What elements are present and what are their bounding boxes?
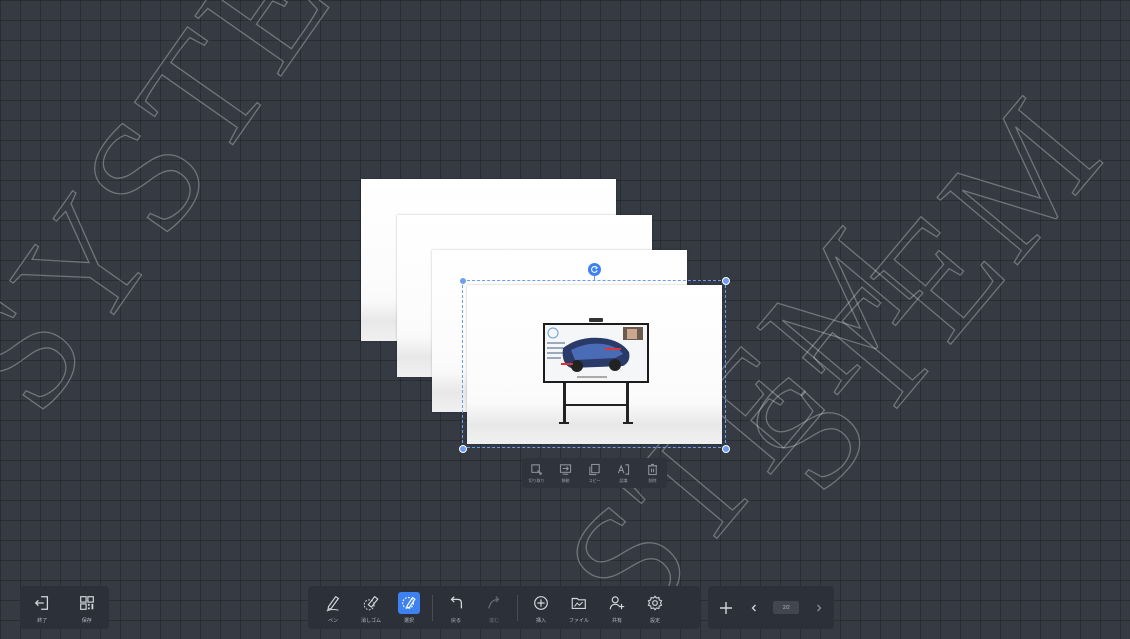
- crop-button[interactable]: 切り取り: [525, 463, 549, 484]
- crop-icon: [531, 463, 542, 475]
- file-label: ファイル: [568, 617, 589, 624]
- undo-icon: [450, 595, 463, 608]
- crop-label: 切り取り: [528, 477, 545, 483]
- rotate-icon: [591, 265, 598, 273]
- select-label: 選択: [403, 617, 414, 624]
- share-user-icon: [609, 595, 625, 609]
- text-recognize-button[interactable]: 認識: [612, 463, 636, 484]
- page-indicator[interactable]: 2/2: [773, 601, 800, 614]
- next-page-button[interactable]: [814, 603, 824, 613]
- resize-handle-bottom-left[interactable]: [459, 445, 467, 453]
- share-label: 共有: [611, 617, 622, 624]
- main-toolbar: ペン 消しゴム 選択 戻る 進む 挿入 ファイル 共有 設定: [308, 586, 700, 629]
- rotate-handle[interactable]: [588, 263, 601, 276]
- plus-icon: [720, 601, 732, 614]
- prev-page-button[interactable]: [749, 603, 759, 613]
- settings-label: 設定: [649, 617, 660, 624]
- copy-icon: [589, 463, 600, 475]
- text-recognize-icon: [617, 463, 630, 475]
- page-navigation: 2/2: [708, 586, 834, 629]
- watermark-text-right: STEM: [710, 63, 1130, 523]
- delete-label: 削除: [648, 477, 657, 483]
- save-button[interactable]: 保存: [68, 588, 106, 628]
- chevron-left-icon: [751, 604, 756, 611]
- redo-icon: [488, 595, 500, 609]
- settings-button[interactable]: 設定: [636, 588, 674, 628]
- insert-button[interactable]: 挿入: [522, 588, 560, 628]
- redo-label: 進む: [488, 617, 499, 624]
- exit-label: 終了: [37, 617, 48, 624]
- trash-icon: [647, 463, 658, 475]
- qr-save-icon: [79, 595, 94, 610]
- eraser-icon: [363, 595, 379, 610]
- left-toolbar: 終了 保存: [20, 586, 109, 629]
- move-button[interactable]: 移動: [554, 463, 578, 484]
- move-label: 移動: [561, 477, 570, 483]
- select-icon: [402, 596, 416, 609]
- delete-button[interactable]: 削除: [641, 463, 665, 484]
- resize-handle-bottom-right[interactable]: [722, 445, 730, 453]
- pen-label: ペン: [327, 617, 338, 624]
- watermark-text-left: SYSTE: [0, 0, 366, 440]
- add-page-button[interactable]: [718, 600, 734, 616]
- selection-context-menu: 切り取り 移動 コピー 認識 削除: [522, 458, 667, 488]
- rotate-stem: [594, 276, 595, 281]
- exit-icon: [35, 595, 49, 610]
- undo-button[interactable]: 戻る: [437, 588, 475, 628]
- pen-tool-button[interactable]: ペン: [314, 588, 352, 628]
- toolbar-divider: [432, 594, 433, 621]
- text-recognize-label: 認識: [619, 477, 628, 483]
- undo-label: 戻る: [450, 617, 461, 624]
- folder-icon: [571, 597, 586, 609]
- save-label: 保存: [81, 617, 92, 624]
- gear-icon: [647, 594, 663, 611]
- selection-box[interactable]: [462, 280, 726, 448]
- insert-label: 挿入: [535, 617, 546, 624]
- resize-handle-top-right[interactable]: [722, 277, 730, 285]
- chevron-right-icon: [817, 604, 822, 611]
- exit-button[interactable]: 終了: [23, 588, 61, 628]
- pen-icon: [326, 595, 340, 612]
- resize-handle-top-left[interactable]: [459, 277, 467, 285]
- insert-icon: [534, 595, 548, 610]
- file-button[interactable]: ファイル: [560, 588, 598, 628]
- eraser-label: 消しゴム: [360, 617, 381, 624]
- eraser-tool-button[interactable]: 消しゴム: [352, 588, 390, 628]
- redo-button[interactable]: 進む: [475, 588, 513, 628]
- copy-button[interactable]: コピー: [583, 463, 607, 484]
- toolbar-divider: [517, 594, 518, 621]
- whiteboard-canvas[interactable]: SYSTE STEM STEM 切り取り 移動 コピー 認識 削除 終了 保存 …: [0, 0, 1130, 639]
- move-icon: [559, 463, 572, 475]
- select-tool-button[interactable]: 選択: [390, 588, 428, 628]
- copy-label: コピー: [588, 477, 601, 483]
- share-button[interactable]: 共有: [598, 588, 636, 628]
